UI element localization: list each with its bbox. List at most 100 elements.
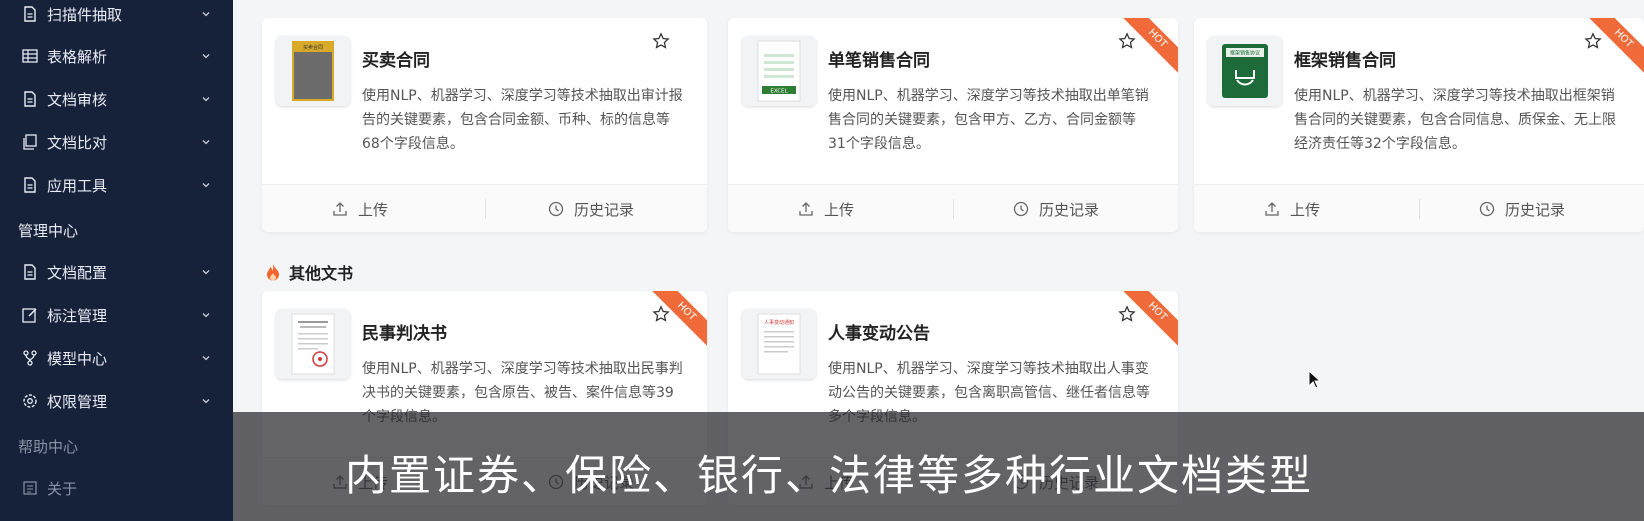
thumb-text: 买卖合同 bbox=[303, 44, 323, 51]
history-button[interactable]: 历史记录 bbox=[1013, 185, 1099, 232]
thumb-text: 人事变动通知 bbox=[764, 319, 794, 326]
sidebar-item-label: 关于 bbox=[47, 479, 78, 498]
document-thumbnail: 框架销售协议 bbox=[1208, 36, 1282, 106]
clock-icon bbox=[548, 201, 564, 217]
upload-label: 上传 bbox=[824, 200, 855, 219]
chevron-down-icon bbox=[202, 399, 210, 404]
document-icon bbox=[22, 177, 38, 193]
document-thumbnail bbox=[276, 309, 350, 379]
sidebar-item-model-center[interactable]: 模型中心 bbox=[0, 338, 233, 378]
document-thumbnail: 人事变动通知 bbox=[742, 309, 816, 379]
sidebar-item-label: 权限管理 bbox=[47, 392, 108, 411]
hot-ribbon: HOT bbox=[1588, 18, 1644, 74]
card-description: 使用NLP、机器学习、深度学习等技术抽取出审计报告的关键要素，包含合同金额、币种… bbox=[362, 88, 683, 152]
history-label: 历史记录 bbox=[1039, 200, 1100, 219]
divider bbox=[953, 199, 954, 219]
sidebar-item-label: 表格解析 bbox=[47, 47, 108, 66]
sidebar-item-permissions[interactable]: 权限管理 bbox=[0, 381, 233, 421]
sidebar-section-help: 帮助中心 bbox=[18, 438, 79, 456]
chevron-down-icon bbox=[202, 270, 210, 275]
sidebar-section-manage: 管理中心 bbox=[18, 222, 79, 240]
section-header-other: 其他文书 bbox=[265, 260, 353, 284]
flame-icon bbox=[267, 264, 279, 281]
upload-icon bbox=[1265, 202, 1279, 216]
upload-icon bbox=[333, 202, 347, 216]
sidebar-item-label: 标注管理 bbox=[47, 306, 108, 325]
sidebar-item-doc-compare[interactable]: 文档比对 bbox=[0, 122, 233, 162]
table-icon bbox=[22, 48, 38, 64]
history-button[interactable]: 历史记录 bbox=[548, 185, 634, 232]
divider bbox=[1419, 199, 1420, 219]
sidebar-item-label: 应用工具 bbox=[47, 176, 108, 195]
copy-icon bbox=[22, 134, 38, 150]
upload-button[interactable]: 上传 bbox=[798, 185, 854, 232]
sidebar-item-label: 文档审核 bbox=[47, 90, 108, 109]
list-icon bbox=[22, 480, 38, 496]
sidebar-item-table-parse[interactable]: 表格解析 bbox=[0, 36, 233, 76]
hot-label: HOT bbox=[1122, 291, 1178, 347]
sidebar-item-label: 扫描件抽取 bbox=[47, 5, 123, 24]
card-footer: 上传 历史记录 bbox=[728, 184, 1178, 232]
sidebar-item-annotation[interactable]: 标注管理 bbox=[0, 295, 233, 335]
history-label: 历史记录 bbox=[1505, 200, 1566, 219]
document-thumbnail: 买卖合同 bbox=[276, 36, 350, 106]
sidebar: 扫描件抽取 表格解析 文档审核 文档比对 应用工具 管理中心 文档配置 标注管理… bbox=[0, 0, 233, 521]
upload-label: 上传 bbox=[358, 200, 389, 219]
thumb-text: EXCEL bbox=[770, 89, 788, 95]
mouse-cursor-icon bbox=[1308, 370, 1322, 389]
chevron-down-icon bbox=[202, 356, 210, 361]
card-title: 人事变动公告 bbox=[828, 324, 930, 344]
document-icon bbox=[22, 91, 38, 107]
history-button[interactable]: 历史记录 bbox=[1479, 185, 1565, 232]
upload-label: 上传 bbox=[1290, 200, 1321, 219]
hot-label: HOT bbox=[651, 291, 707, 347]
video-caption: 内置证券、保险、银行、法律等多种行业文档类型 bbox=[345, 451, 1314, 500]
section-title: 其他文书 bbox=[289, 264, 354, 283]
upload-button[interactable]: 上传 bbox=[332, 185, 388, 232]
card-title: 买卖合同 bbox=[362, 51, 430, 71]
card-footer: 上传 历史记录 bbox=[1194, 184, 1644, 232]
sidebar-item-doc-config[interactable]: 文档配置 bbox=[0, 252, 233, 292]
chevron-down-icon bbox=[202, 54, 210, 59]
chevron-down-icon bbox=[202, 313, 210, 318]
upload-icon bbox=[799, 202, 813, 216]
sidebar-item-app-tools[interactable]: 应用工具 bbox=[0, 165, 233, 205]
chevron-down-icon bbox=[202, 97, 210, 102]
hot-label: HOT bbox=[1588, 18, 1644, 74]
chevron-down-icon bbox=[202, 12, 210, 17]
card-title: 单笔销售合同 bbox=[828, 51, 930, 71]
doc-type-card[interactable]: EXCEL 单笔销售合同 HOT 使用NLP、机器学习、深度学习等技术抽取出单笔… bbox=[728, 18, 1178, 232]
sidebar-item-label: 文档配置 bbox=[47, 263, 108, 282]
document-thumbnail: EXCEL bbox=[742, 36, 816, 106]
card-title: 民事判决书 bbox=[362, 324, 447, 344]
card-title: 框架销售合同 bbox=[1294, 51, 1396, 71]
doc-type-card[interactable]: 买卖合同 买卖合同 使用NLP、机器学习、深度学习等技术抽取出审计报告的关键要素… bbox=[262, 18, 707, 232]
hot-ribbon: HOT bbox=[651, 291, 707, 347]
history-label: 历史记录 bbox=[574, 200, 635, 219]
hot-label: HOT bbox=[1122, 18, 1178, 74]
upload-button[interactable]: 上传 bbox=[1264, 185, 1320, 232]
clock-icon bbox=[1479, 201, 1495, 217]
edit-icon bbox=[22, 307, 38, 323]
hot-ribbon: HOT bbox=[1122, 291, 1178, 347]
sidebar-item-about[interactable]: 关于 bbox=[0, 468, 233, 508]
doc-type-card[interactable]: 框架销售协议 框架销售合同 HOT 使用NLP、机器学习、深度学习等技术抽取出框… bbox=[1194, 18, 1644, 232]
star-icon[interactable] bbox=[652, 32, 670, 50]
divider bbox=[484, 199, 486, 219]
sidebar-item-label: 文档比对 bbox=[47, 133, 108, 152]
gear-icon bbox=[22, 393, 38, 409]
card-description: 使用NLP、机器学习、深度学习等技术抽取出框架销售合同的关键要素，包含合同信息、… bbox=[1294, 88, 1616, 152]
chevron-down-icon bbox=[202, 183, 210, 188]
card-description: 使用NLP、机器学习、深度学习等技术抽取出单笔销售合同的关键要素，包含甲方、乙方… bbox=[828, 88, 1149, 152]
sidebar-item-label: 模型中心 bbox=[47, 349, 108, 368]
hot-ribbon: HOT bbox=[1122, 18, 1178, 74]
sidebar-item-scan-extract[interactable]: 扫描件抽取 bbox=[0, 0, 233, 34]
chevron-down-icon bbox=[202, 140, 210, 145]
document-icon bbox=[22, 264, 38, 280]
clock-icon bbox=[1013, 201, 1029, 217]
card-footer: 上传 历史记录 bbox=[262, 184, 707, 232]
branch-icon bbox=[22, 350, 38, 366]
sidebar-item-doc-review[interactable]: 文档审核 bbox=[0, 79, 233, 119]
document-icon bbox=[22, 6, 38, 22]
thumb-text: 框架销售协议 bbox=[1230, 50, 1260, 57]
